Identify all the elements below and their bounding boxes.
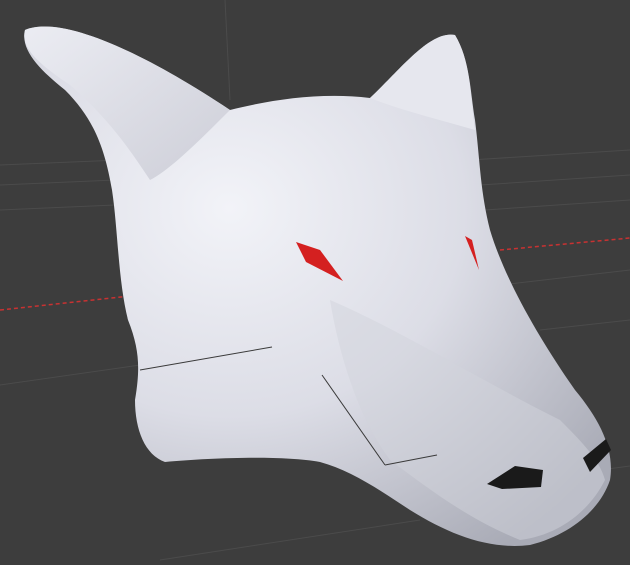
- wolf-head-mesh[interactable]: [24, 26, 611, 546]
- viewport-canvas[interactable]: [0, 0, 630, 565]
- 3d-viewport[interactable]: [0, 0, 630, 565]
